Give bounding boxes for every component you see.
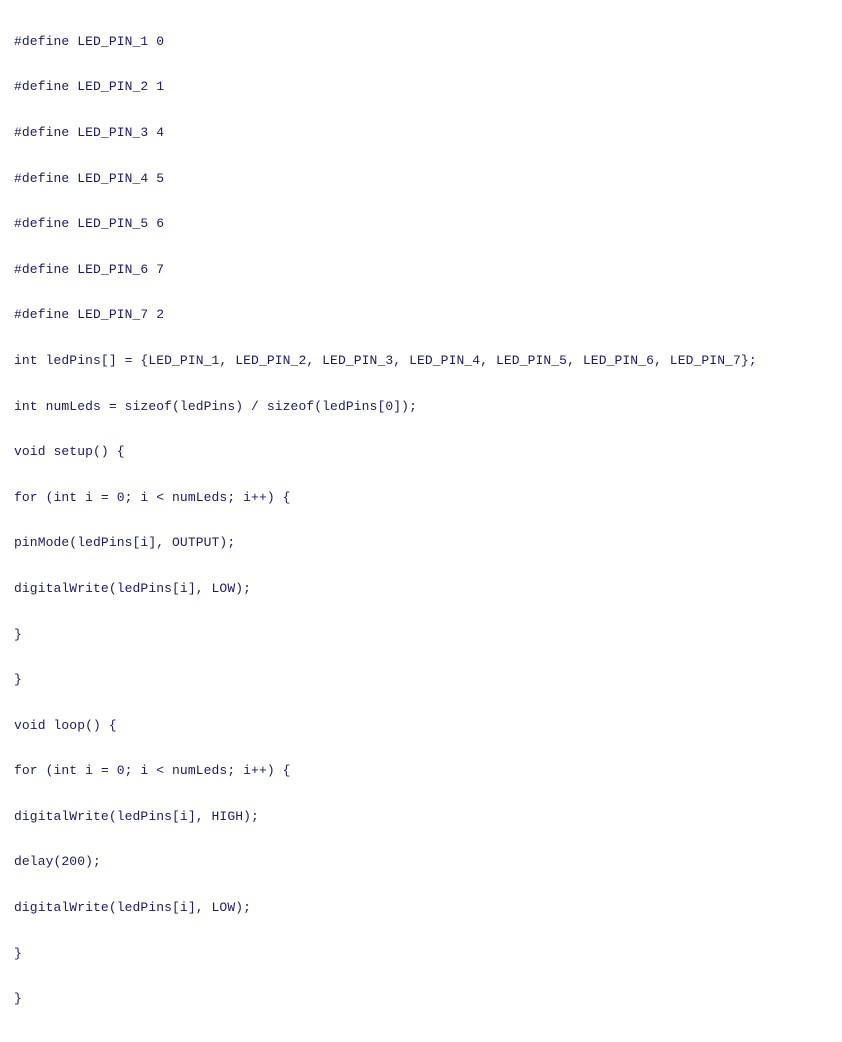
code-line: #define LED_PIN_7 2 [14, 304, 828, 327]
code-line: #define LED_PIN_3 4 [14, 122, 828, 145]
code-line: } [14, 988, 828, 1011]
code-line: #define LED_PIN_2 1 [14, 76, 828, 99]
code-line: digitalWrite(ledPins[i], HIGH); [14, 806, 828, 829]
code-line: } [14, 943, 828, 966]
code-line: int numLeds = sizeof(ledPins) / sizeof(l… [14, 396, 828, 419]
code-line: } [14, 624, 828, 647]
code-line: #define LED_PIN_6 7 [14, 259, 828, 282]
code-line: #define LED_PIN_1 0 [14, 31, 828, 54]
code-line: #define LED_PIN_5 6 [14, 213, 828, 236]
code-line: void loop() { [14, 715, 828, 738]
code-line: int ledPins[] = {LED_PIN_1, LED_PIN_2, L… [14, 350, 828, 373]
code-line: } [14, 669, 828, 692]
code-line: #define LED_PIN_4 5 [14, 168, 828, 191]
code-line: void setup() { [14, 441, 828, 464]
code-line: for (int i = 0; i < numLeds; i++) { [14, 760, 828, 783]
code-line: for (int i = 0; i < numLeds; i++) { [14, 487, 828, 510]
code-line: pinMode(ledPins[i], OUTPUT); [14, 532, 828, 555]
code-block: #define LED_PIN_1 0 #define LED_PIN_2 1 … [0, 0, 842, 1042]
code-line: digitalWrite(ledPins[i], LOW); [14, 578, 828, 601]
code-line: delay(200); [14, 851, 828, 874]
code-line: digitalWrite(ledPins[i], LOW); [14, 897, 828, 920]
